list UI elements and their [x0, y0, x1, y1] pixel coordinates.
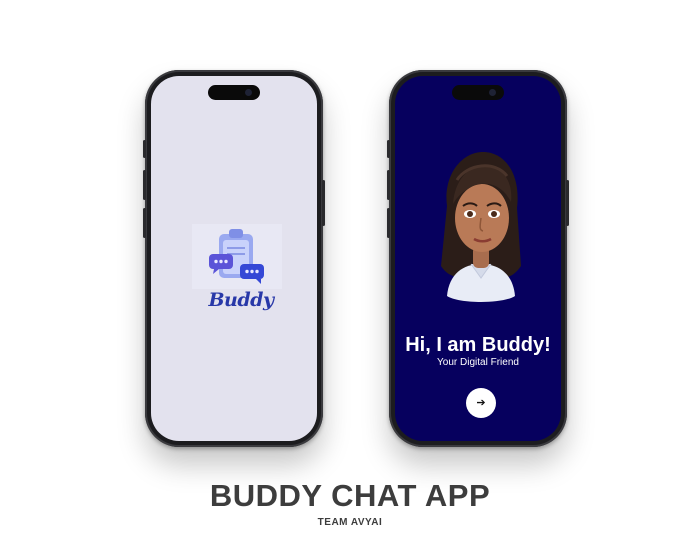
buddy-logo-icon: [192, 224, 282, 289]
team-name: TEAM AVYAI: [317, 517, 383, 528]
greeting-heading: Hi, I am Buddy!: [405, 334, 551, 356]
app-title: BUDDY CHAT APP: [209, 478, 491, 513]
next-button[interactable]: ➔: [466, 388, 496, 418]
arrow-right-icon: ➔: [476, 396, 486, 409]
splash-phone: Buddy: [143, 70, 325, 447]
greeting-subtitle: Your Digital Friend: [437, 357, 519, 368]
splash-screen: Buddy: [151, 76, 317, 441]
dynamic-island: [208, 85, 260, 100]
buddy-logo-text: Buddy: [208, 289, 274, 311]
dynamic-island: [452, 85, 504, 100]
welcome-phone: Hi, I am Buddy! Your Digital Friend ➔: [387, 70, 569, 447]
welcome-screen: Hi, I am Buddy! Your Digital Friend ➔: [395, 76, 561, 441]
avatar-illustration: [433, 146, 529, 306]
